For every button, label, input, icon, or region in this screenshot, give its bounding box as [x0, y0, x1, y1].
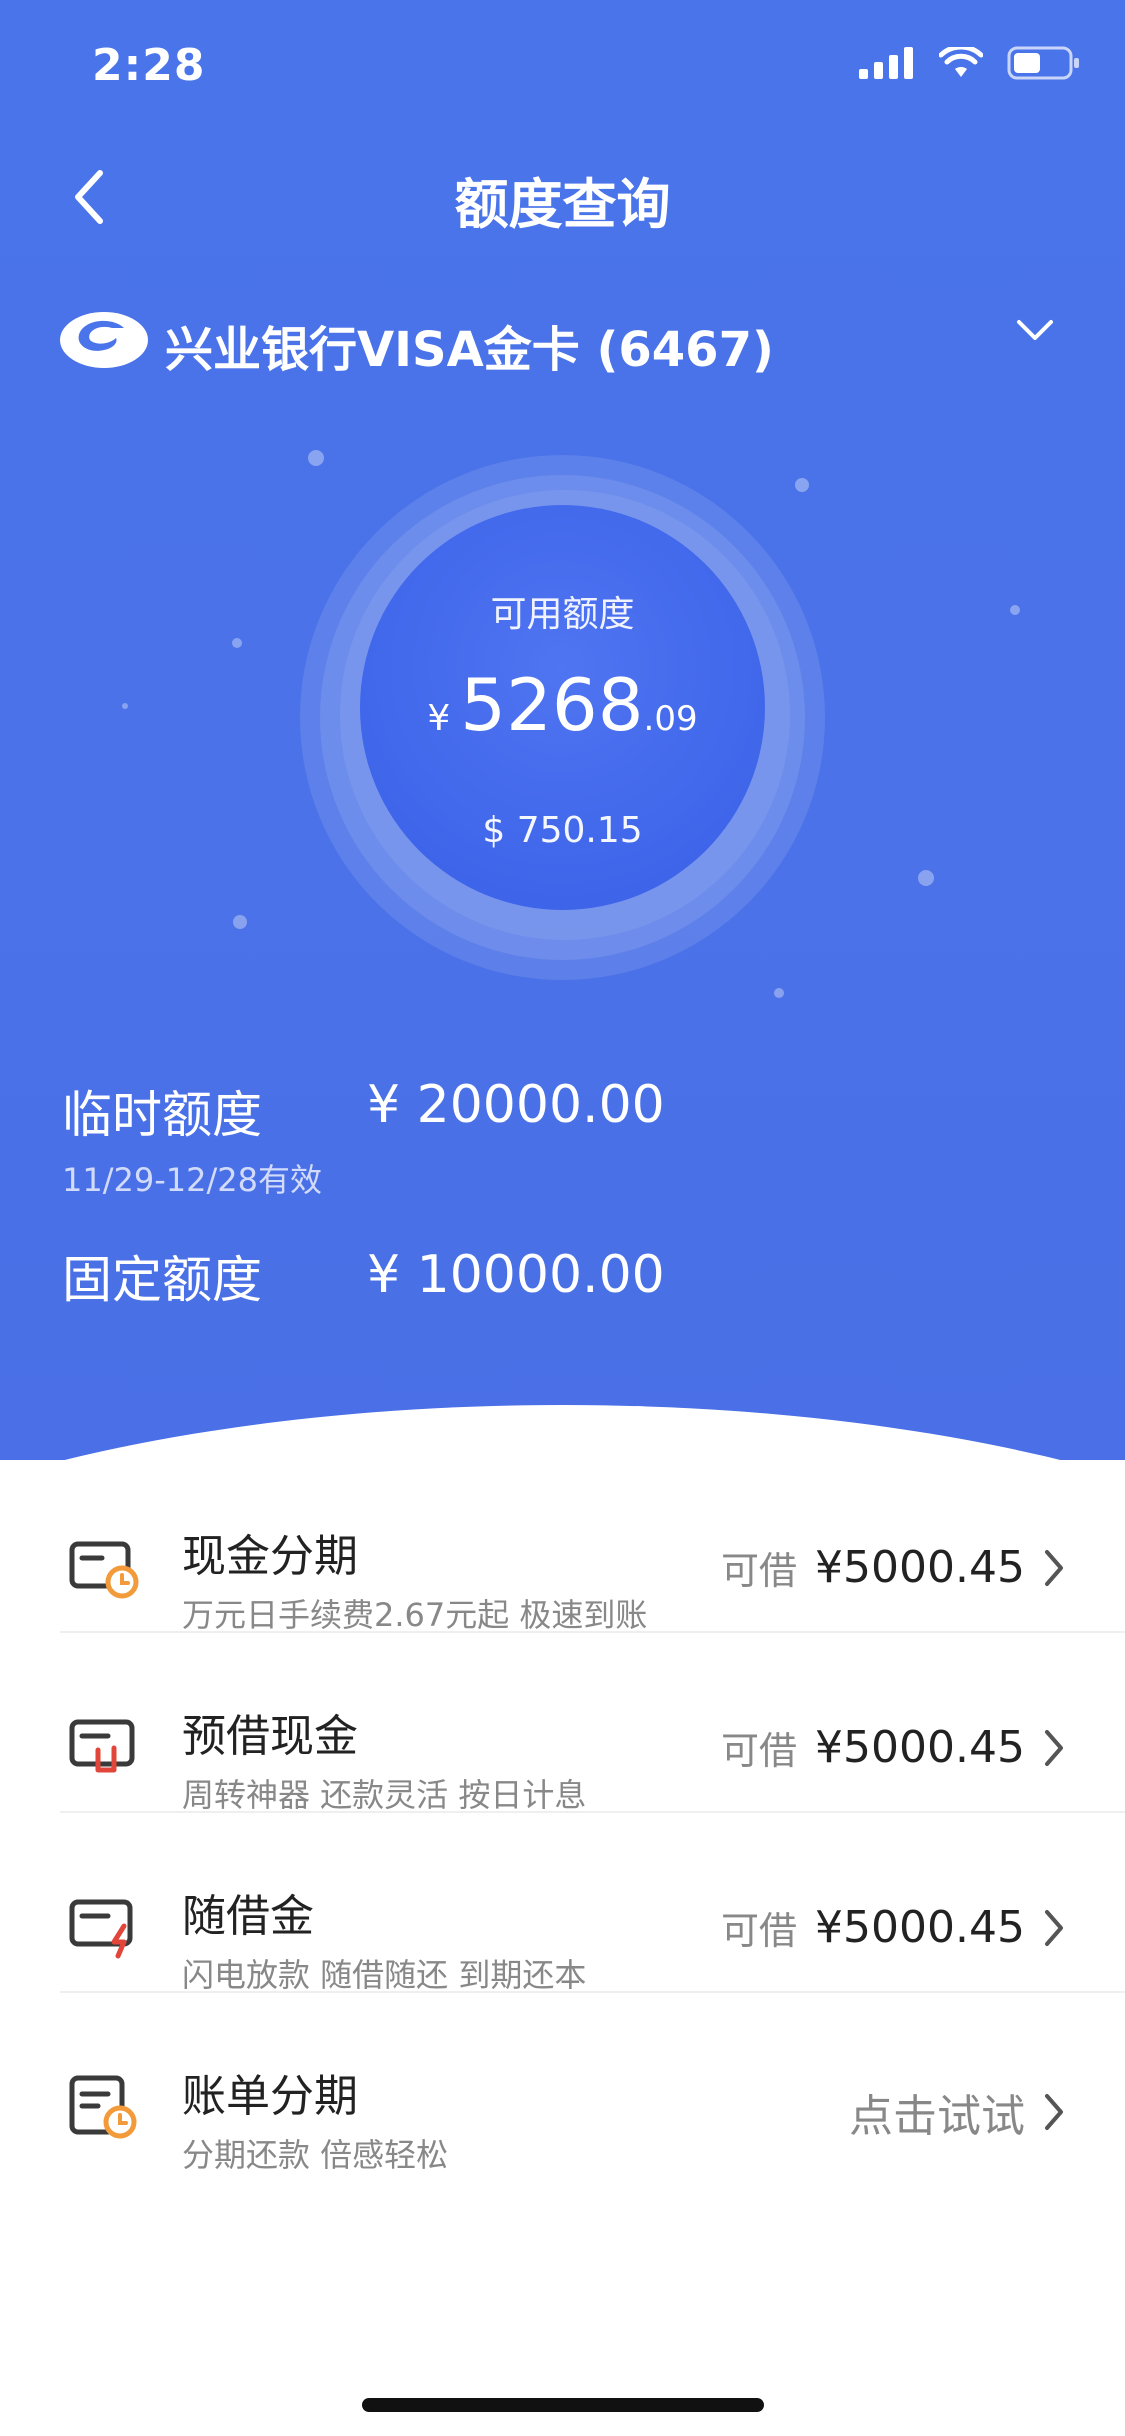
list-item-cash-advance[interactable]: 预借现金 周转神器 还款灵活 按日计息 可借 ¥5000.45: [0, 1670, 1125, 1850]
list-item-flex-loan[interactable]: 随借金 闪电放款 随借随还 到期还本 可借 ¥5000.45: [0, 1850, 1125, 2030]
card-clock-icon: [69, 1541, 139, 1599]
nav-bar: 额度查询: [0, 140, 1125, 250]
card-name: 兴业银行VISA金卡 (6467): [165, 322, 774, 378]
temp-limit: 临时额度 ¥ 20000.00 11/29-12/28有效: [62, 1075, 665, 1201]
item-prefix: 可借: [721, 1549, 798, 1593]
fixed-limit-label: 固定额度: [62, 1251, 262, 1309]
divider: [60, 1811, 1125, 1813]
item-right: 点击试试: [849, 2080, 1065, 2144]
item-desc: 万元日手续费2.67元起 极速到账: [182, 1596, 648, 1634]
item-right: 可借 ¥5000.45: [721, 1720, 1065, 1775]
available-decimal: .09: [643, 699, 698, 739]
particle: [1010, 605, 1020, 615]
available-label: 可用额度: [490, 594, 635, 635]
item-action: 点击试试: [849, 2091, 1025, 2142]
particle: [795, 478, 809, 492]
available-usd: $ 750.15: [482, 810, 643, 851]
item-prefix: 可借: [721, 1729, 798, 1773]
chevron-right-icon: [1045, 1549, 1063, 1586]
card-cash-icon: [69, 1719, 135, 1773]
particle: [308, 450, 324, 466]
header-curve: [0, 1405, 1125, 1460]
card-lightning-icon: [69, 1899, 133, 1959]
list-item-cash-installment[interactable]: 现金分期 万元日手续费2.67元起 极速到账 可借 ¥5000.45: [0, 1490, 1125, 1670]
item-right: 可借 ¥5000.45: [721, 1540, 1065, 1595]
divider: [60, 1631, 1125, 1633]
item-value: ¥5000.45: [815, 1902, 1025, 1953]
currency-symbol: ¥: [427, 698, 451, 739]
card-selector[interactable]: 兴业银行VISA金卡 (6467): [0, 300, 1125, 380]
item-desc: 闪电放款 随借随还 到期还本: [182, 1956, 587, 1994]
temp-limit-value: ¥ 20000.00: [367, 1075, 665, 1135]
particle: [918, 870, 934, 886]
particle: [774, 988, 784, 998]
status-bar: 2:28: [0, 0, 1125, 130]
item-prefix: 可借: [721, 1909, 798, 1953]
fixed-limit-value: ¥ 10000.00: [367, 1245, 665, 1305]
status-icons: [859, 46, 1081, 80]
battery-icon: [1007, 46, 1079, 80]
particle: [232, 638, 242, 648]
available-credit-circle: 可用额度 ¥5268.09 $ 750.15: [360, 505, 765, 910]
item-value: ¥5000.45: [815, 1722, 1025, 1773]
particle: [233, 915, 247, 929]
fixed-limit: 固定额度 ¥ 10000.00: [62, 1240, 665, 1312]
temp-limit-validity: 11/29-12/28有效: [62, 1161, 322, 1199]
page-title: 额度查询: [454, 173, 671, 236]
signal-icon: [859, 47, 913, 79]
chevron-right-icon: [1045, 1729, 1063, 1766]
particle: [122, 703, 128, 709]
header-panel: 2:28 额度查询 兴业银行VISA金卡 (6467) 可用额度 ¥ 5268.…: [0, 0, 1125, 1460]
chevron-right-icon: [1045, 1909, 1063, 1946]
item-desc: 分期还款 倍感轻松: [182, 2136, 449, 2174]
status-time: 2:28: [92, 40, 206, 91]
item-right: 可借 ¥5000.45: [721, 1900, 1065, 1955]
temp-limit-label: 临时额度: [62, 1086, 262, 1144]
divider: [60, 1991, 1125, 1993]
item-desc: 周转神器 还款灵活 按日计息: [182, 1776, 587, 1814]
item-title: 预借现金: [182, 1711, 358, 1762]
item-value: ¥5000.45: [815, 1542, 1025, 1593]
item-title: 现金分期: [182, 1531, 358, 1582]
list-item-bill-installment[interactable]: 账单分期 分期还款 倍感轻松 点击试试: [0, 2030, 1125, 2210]
available-integer: 5268: [460, 663, 644, 747]
bill-clock-icon: [69, 2075, 137, 2139]
item-title: 随借金: [182, 1891, 314, 1942]
available-amount: ¥5268.09: [360, 663, 765, 747]
chevron-right-icon: [1045, 2094, 1063, 2130]
item-title: 账单分期: [182, 2071, 358, 2122]
wifi-icon: [939, 47, 983, 77]
home-indicator[interactable]: [362, 2398, 764, 2412]
bank-logo-icon: [60, 312, 148, 368]
chevron-down-icon: [1017, 320, 1053, 340]
